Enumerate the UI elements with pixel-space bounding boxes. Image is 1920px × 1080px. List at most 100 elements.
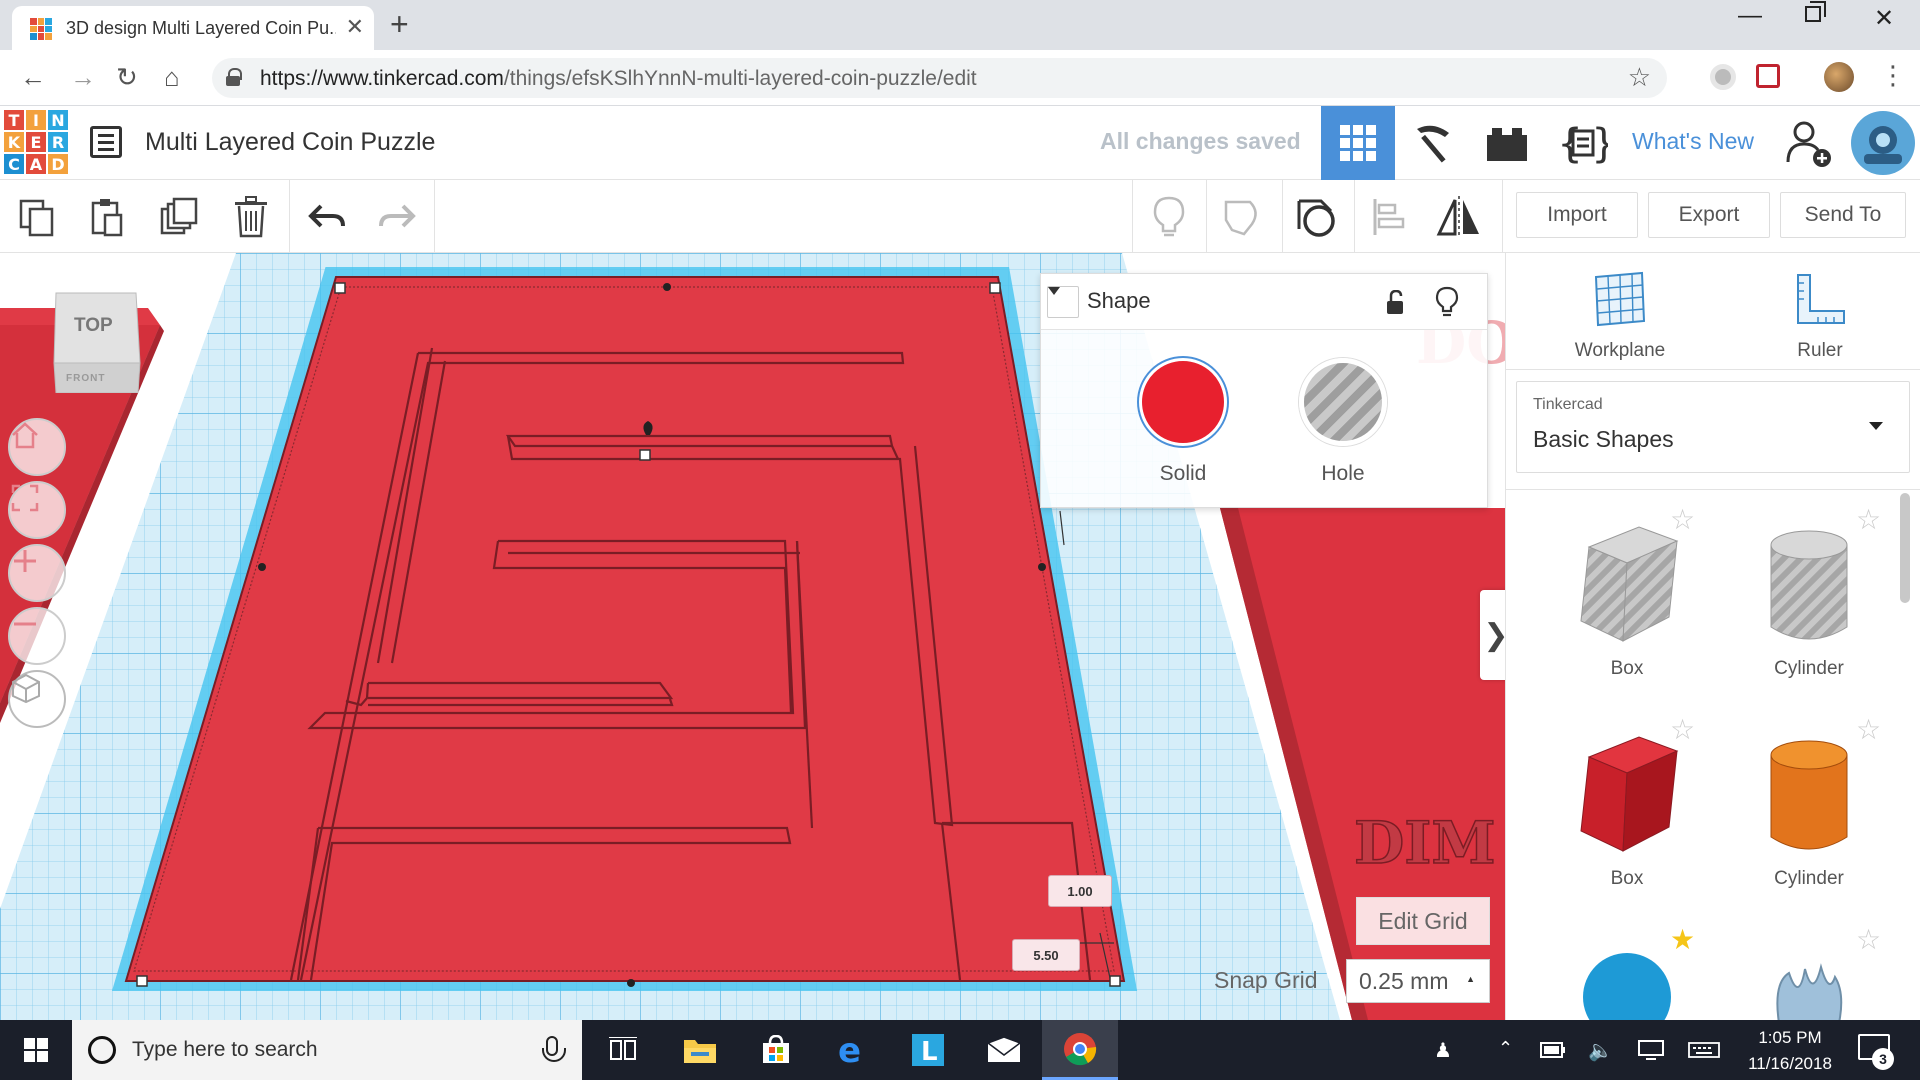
perspective-button[interactable]	[8, 670, 66, 728]
favorite-star-icon[interactable]: ☆	[1670, 503, 1695, 536]
workplane-tool[interactable]: Workplane	[1550, 271, 1690, 362]
home-view-button[interactable]	[8, 418, 66, 476]
project-title[interactable]: Multi Layered Coin Puzzle	[145, 128, 435, 157]
unlock-icon[interactable]	[1385, 290, 1407, 316]
3d-view-button[interactable]	[1321, 106, 1395, 180]
address-bar[interactable]: https://www.tinkercad.com/things/efsKSlh…	[212, 58, 1667, 98]
import-button[interactable]: Import	[1516, 192, 1638, 238]
pocket-extension-icon[interactable]	[1756, 64, 1780, 88]
zoom-out-button[interactable]	[8, 607, 66, 665]
redo-button[interactable]	[372, 192, 422, 242]
notes-button[interactable]	[1144, 192, 1194, 242]
height-dimension-input[interactable]: 1.00	[1048, 875, 1112, 907]
l-app[interactable]: L	[890, 1020, 966, 1080]
chevron-up-icon[interactable]: ⌃	[1498, 1038, 1513, 1059]
l-app-icon: L	[912, 1034, 944, 1066]
send-to-button[interactable]: Send To	[1780, 192, 1906, 238]
store-app[interactable]	[738, 1020, 814, 1080]
taskbar-search[interactable]: Type here to search	[72, 1020, 582, 1080]
tab-close-icon[interactable]: ✕	[346, 14, 364, 40]
mirror-button[interactable]	[1434, 192, 1484, 242]
mail-app[interactable]	[966, 1020, 1042, 1080]
window-restore-icon[interactable]	[1805, 1, 1826, 22]
undo-button[interactable]	[302, 192, 352, 242]
shape-box-hole[interactable]: Box	[1542, 521, 1712, 680]
browser-tab[interactable]: 3D design Multi Layered Coin Pu... ✕	[12, 6, 374, 50]
snap-grid-select[interactable]: 0.25 mm	[1346, 959, 1490, 1003]
file-explorer-app[interactable]	[662, 1020, 738, 1080]
edit-grid-button[interactable]: Edit Grid	[1356, 897, 1490, 945]
delete-button[interactable]	[226, 192, 276, 242]
design-list-icon[interactable]	[90, 126, 122, 158]
lightbulb-icon[interactable]	[1435, 286, 1459, 318]
forward-arrow-icon[interactable]: →	[70, 62, 96, 93]
shape-box-solid[interactable]: Box	[1542, 731, 1712, 890]
codeblocks-button[interactable]: { }	[1546, 106, 1620, 180]
fit-view-button[interactable]	[8, 481, 66, 539]
shape-cylinder-solid[interactable]: Cylinder	[1724, 731, 1894, 890]
window-minimize-icon[interactable]: —	[1738, 2, 1762, 30]
width-dimension-input[interactable]: 5.50	[1012, 939, 1080, 971]
whats-new-link[interactable]: What's New	[1632, 128, 1754, 155]
new-tab-button[interactable]: +	[390, 6, 409, 43]
chrome-menu-icon[interactable]: ⋮	[1880, 60, 1906, 91]
shape-cylinder-hole[interactable]: Cylinder	[1724, 521, 1894, 680]
favorite-star-icon[interactable]: ☆	[1670, 713, 1695, 746]
keyboard-icon[interactable]	[1688, 1042, 1720, 1058]
clock-time[interactable]: 1:05 PM	[1756, 1028, 1824, 1048]
shapes-scrollbar[interactable]	[1900, 493, 1910, 603]
blocks-button[interactable]	[1396, 106, 1470, 180]
shape-library-select[interactable]: Tinkercad Basic Shapes	[1516, 381, 1910, 473]
collapse-inspector-button[interactable]	[1047, 286, 1079, 318]
paste-button[interactable]	[82, 192, 132, 242]
redo-icon	[379, 204, 416, 228]
tinkercad-logo[interactable]: T I N K E R C A D	[4, 110, 68, 174]
lock-icon	[226, 68, 242, 86]
chrome-app[interactable]	[1042, 1020, 1118, 1080]
lego-bricks-button[interactable]	[1470, 106, 1544, 180]
start-button[interactable]	[0, 1020, 72, 1080]
task-view-button[interactable]	[586, 1020, 662, 1080]
edge-app[interactable]: e	[814, 1020, 890, 1080]
add-user-button[interactable]	[1772, 106, 1846, 180]
network-icon[interactable]	[1638, 1040, 1664, 1060]
favorite-star-icon[interactable]: ☆	[1856, 713, 1881, 746]
clock-date[interactable]: 11/16/2018	[1738, 1054, 1842, 1074]
view-cube[interactable]: TOP FRONT	[48, 289, 144, 393]
view-button[interactable]	[1292, 192, 1342, 242]
svg-text:{: {	[1558, 121, 1582, 165]
duplicate-button[interactable]	[154, 192, 204, 242]
shape-label: Cylinder	[1774, 658, 1844, 679]
fit-frame-icon	[11, 484, 39, 512]
user-avatar[interactable]	[1846, 106, 1920, 180]
microphone-icon[interactable]	[542, 1036, 566, 1062]
profile-avatar[interactable]	[1824, 62, 1854, 92]
favorite-star-icon[interactable]: ☆	[1856, 923, 1881, 956]
zoom-in-button[interactable]	[8, 544, 66, 602]
3d-workplane[interactable]: DIM DO	[0, 253, 1505, 1020]
people-icon[interactable]: ♟	[1434, 1038, 1452, 1063]
chrome-icon	[1064, 1032, 1097, 1065]
hole-swatch[interactable]	[1299, 358, 1387, 446]
tinkercad-favicon-icon	[30, 18, 52, 40]
solid-color-swatch[interactable]	[1139, 358, 1227, 446]
paste-icon	[91, 199, 123, 237]
ruler-tool[interactable]: Ruler	[1750, 271, 1890, 362]
reload-icon[interactable]: ↻	[116, 62, 138, 93]
comment-button[interactable]	[1218, 192, 1268, 242]
home-icon[interactable]: ⌂	[164, 62, 180, 93]
copy-button[interactable]	[12, 192, 62, 242]
battery-icon[interactable]	[1540, 1042, 1566, 1058]
extension-icon[interactable]	[1710, 64, 1736, 90]
volume-icon[interactable]: 🔈	[1588, 1038, 1613, 1063]
back-arrow-icon[interactable]: ←	[20, 62, 46, 93]
favorite-star-icon[interactable]: ☆	[1856, 503, 1881, 536]
expand-panel-button[interactable]: ❯	[1480, 590, 1505, 680]
align-icon	[1373, 199, 1405, 235]
bookmark-star-icon[interactable]: ☆	[1628, 62, 1651, 93]
export-button[interactable]: Export	[1648, 192, 1770, 238]
favorite-star-filled-icon[interactable]: ★	[1670, 923, 1695, 956]
align-button[interactable]	[1364, 192, 1414, 242]
window-close-icon[interactable]: ✕	[1874, 4, 1894, 33]
ruler-label: Ruler	[1797, 340, 1843, 361]
